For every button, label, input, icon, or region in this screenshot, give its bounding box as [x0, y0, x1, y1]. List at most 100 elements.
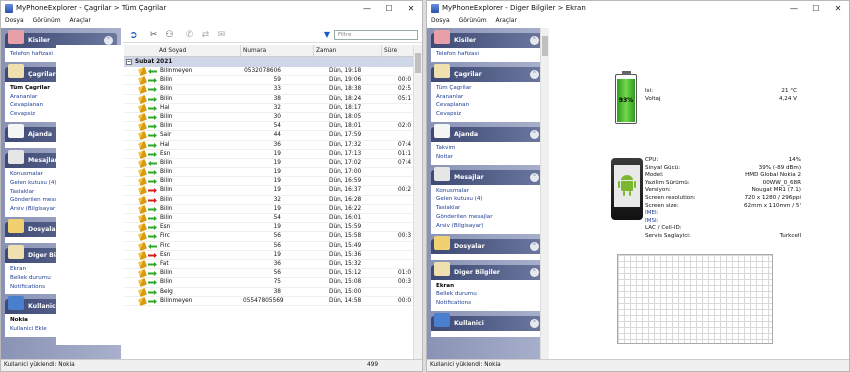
collapse-icon[interactable]: ⌃: [530, 267, 539, 277]
sidebar-item[interactable]: Cevapsiz: [436, 110, 538, 119]
menu-gorunum[interactable]: Görünüm: [33, 16, 61, 26]
call-row[interactable]: Bilin 19 Dün, 17:02 07:4: [123, 158, 413, 169]
section-header[interactable]: Diger Bilgiler ⌃: [431, 261, 543, 280]
message-icon[interactable]: ✉: [215, 30, 228, 41]
call-row[interactable]: Sair 44 Dün, 17:59: [123, 131, 413, 141]
call-row[interactable]: Firc 56 Dün, 15:58 00:3: [123, 232, 413, 242]
section-header[interactable]: Kisiler ⌃: [431, 30, 543, 48]
menu-araclar[interactable]: Araçlar: [496, 16, 517, 26]
call-row[interactable]: Bilin 32 Dün, 16:28: [123, 195, 413, 205]
collapse-icon[interactable]: ⌃: [530, 241, 539, 251]
sidebar-item[interactable]: Bellek durumu: [436, 290, 538, 299]
close-button[interactable]: ✕: [827, 1, 849, 16]
collapse-icon[interactable]: ⌃: [104, 36, 113, 45]
call-row[interactable]: Bilin 19 Dün, 17:00: [123, 168, 413, 178]
call-name: Bilin: [160, 270, 173, 277]
call-icon[interactable]: ✆: [183, 30, 196, 41]
battery-label: 93%: [618, 97, 634, 105]
call-row[interactable]: Bilin 30 Dün, 18:05: [123, 112, 413, 123]
section-header[interactable]: Çagrilar ⌃: [431, 63, 543, 82]
call-row[interactable]: Bilin 33 Dün, 18:38 02:5: [123, 85, 413, 95]
sidebar-item[interactable]: Cevaplanan: [436, 101, 538, 110]
filter-input[interactable]: Filtre: [334, 30, 418, 40]
sidebar-item[interactable]: Gelen kutusu (4): [436, 195, 538, 204]
call-row[interactable]: Esn 19 Dün, 17:13 01:1: [123, 149, 413, 159]
maximize-button[interactable]: ☐: [378, 1, 400, 16]
section-items: Ekran Bellek durumu Notifications: [431, 279, 543, 311]
sidebar-item[interactable]: Notlar: [436, 153, 538, 162]
col-time[interactable]: Zaman: [313, 45, 358, 57]
call-row[interactable]: Bilinmeyen 05547805569 Dün, 14:58 00:0: [123, 296, 413, 306]
group-header[interactable]: − Subat 2021: [123, 57, 413, 67]
col-number[interactable]: Numara: [240, 45, 266, 57]
sidebar-item[interactable]: Telefon hafizasi: [436, 50, 538, 59]
table-header: Ad Soyad Numara Zaman Süre: [123, 45, 413, 57]
call-row[interactable]: Firc 56 Dün, 15:49: [123, 241, 413, 251]
minimize-button[interactable]: —: [356, 1, 378, 16]
sync-icon[interactable]: ⇄: [199, 30, 212, 41]
sidebar-item[interactable]: Notifications: [436, 299, 538, 308]
call-row[interactable]: Bilin 75 Dün, 15:08 00:3: [123, 278, 413, 288]
collapse-icon[interactable]: ⌃: [530, 69, 539, 79]
call-row[interactable]: Fat 36 Dün, 15:32: [123, 259, 413, 270]
menu-gorunum[interactable]: Görünüm: [459, 16, 487, 26]
filter-icon[interactable]: ▼: [324, 30, 330, 39]
scrollbar[interactable]: [413, 45, 422, 359]
section-header[interactable]: Ajanda ⌃: [431, 123, 543, 142]
sidebar-item[interactable]: Tüm Çagrilar: [436, 84, 538, 93]
sidebar-item[interactable]: Arsiv (Bilgisayar): [436, 222, 538, 231]
section-header[interactable]: Kullanici ⌃: [431, 312, 543, 331]
sidebar-item[interactable]: Ekran: [436, 282, 538, 291]
col-name[interactable]: Ad Soyad: [157, 45, 186, 57]
sidebar-item[interactable]: Konusmalar: [436, 187, 538, 196]
call-number: 36: [273, 260, 281, 267]
collapse-icon[interactable]: ⌃: [530, 129, 539, 139]
collapse-icon[interactable]: ⌃: [530, 172, 539, 182]
status-bar: Kullanici yüklendi: Nokia: [427, 359, 849, 371]
info-key: Voltaj: [645, 95, 661, 102]
call-row[interactable]: Esn 19 Dün, 15:59: [123, 223, 413, 233]
call-row[interactable]: Bilin 56 Dün, 15:12 01:0: [123, 269, 413, 279]
sidebar-item[interactable]: Taslaklar: [436, 204, 538, 213]
collapse-icon[interactable]: −: [126, 59, 132, 65]
col-duration[interactable]: Süre: [381, 45, 397, 57]
call-number: 38: [273, 288, 281, 295]
close-button[interactable]: ✕: [400, 1, 422, 16]
sidebar-item[interactable]: Takvim: [436, 144, 538, 153]
call-number: 32: [273, 104, 281, 111]
sidebar-item[interactable]: Gönderilen mesajlar: [436, 213, 538, 222]
call-row[interactable]: Hal 36 Dün, 17:32 07:4: [123, 140, 413, 150]
menu-dosya[interactable]: Dosya: [431, 16, 450, 26]
section-header[interactable]: Mesajlar ⌃: [431, 166, 543, 185]
add-contact-icon[interactable]: ⚇: [163, 30, 176, 41]
call-time: Dün, 15:59: [329, 224, 362, 231]
call-row[interactable]: Belg 38 Dün, 15:00: [123, 287, 413, 297]
call-row[interactable]: Hal 32 Dün, 18:17: [123, 103, 413, 113]
phone-icon: [138, 204, 147, 214]
call-row[interactable]: Bilin 54 Dün, 16:01: [123, 214, 413, 224]
section-header[interactable]: Dosyalar ⌃: [431, 235, 543, 254]
collapse-icon[interactable]: ⌃: [530, 36, 539, 45]
delete-icon[interactable]: ✂: [147, 30, 160, 41]
call-row[interactable]: Bilinmeyen 0532078606 Dün, 19:18: [123, 67, 413, 77]
call-row[interactable]: Bilin 54 Dün, 18:01 02:0: [123, 122, 413, 132]
menu-araclar[interactable]: Araçlar: [70, 16, 91, 26]
collapse-icon[interactable]: ⌃: [530, 318, 539, 328]
call-time: Dün, 15:12: [329, 270, 362, 277]
call-number: 75: [273, 279, 281, 286]
call-row[interactable]: Bilin 59 Dün, 19:06 00:0: [123, 76, 413, 86]
minimize-button[interactable]: —: [783, 1, 805, 16]
call-duration: 00:0: [398, 77, 412, 84]
scroll-thumb[interactable]: [415, 53, 421, 73]
sidebar-item[interactable]: Arananlar: [436, 93, 538, 102]
call-row[interactable]: Bilin 38 Dün, 18:24 05:1: [123, 94, 413, 104]
back-icon[interactable]: ➲: [127, 30, 140, 41]
call-row[interactable]: Bilin 19 Dün, 16:37 00:2: [123, 186, 413, 196]
call-row[interactable]: Bilin 19 Dün, 16:59: [123, 177, 413, 187]
menu-dosya[interactable]: Dosya: [5, 16, 24, 26]
call-row[interactable]: Esn 19 Dün, 15:36: [123, 250, 413, 260]
call-row[interactable]: Bilin 19 Dün, 16:22: [123, 204, 413, 214]
sidebar-scrollbar[interactable]: [540, 28, 549, 359]
maximize-button[interactable]: ☐: [805, 1, 827, 16]
scroll-thumb[interactable]: [542, 36, 548, 56]
